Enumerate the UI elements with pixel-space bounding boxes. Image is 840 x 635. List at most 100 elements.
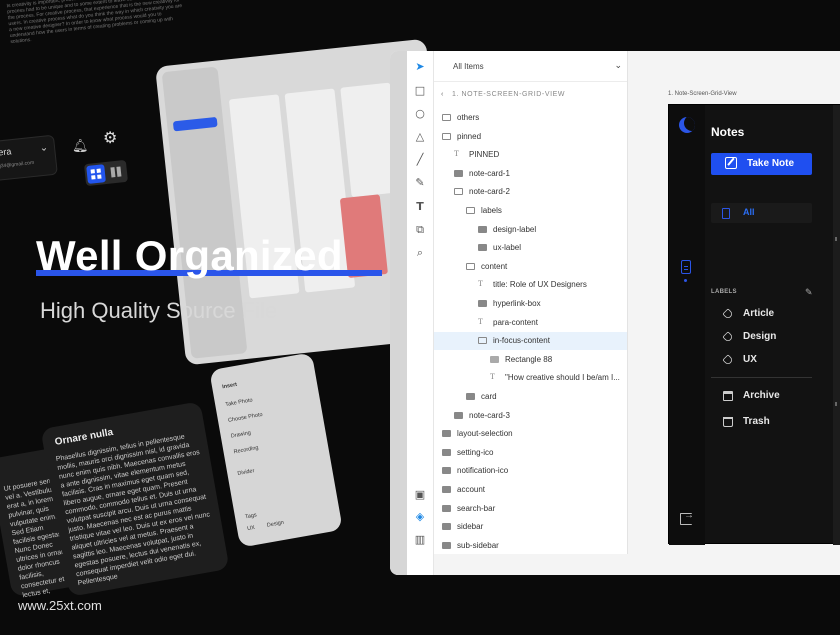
sidebar-item-all[interactable]: All <box>711 203 812 223</box>
line-icon[interactable]: ╱ <box>412 152 428 168</box>
assets-icon[interactable]: ▥ <box>412 532 428 548</box>
triangle-icon[interactable]: △ <box>412 129 428 145</box>
items-dropdown-label: All Items <box>453 62 484 71</box>
layer-label: setting-ico <box>457 447 494 457</box>
watermark: www.25xt.com <box>18 598 102 613</box>
layer-row[interactable]: note-card-3 <box>434 407 627 425</box>
take-note-label: Take Note <box>747 158 795 169</box>
layer-row[interactable]: card <box>434 388 627 406</box>
layer-label: labels <box>481 206 502 215</box>
group-icon <box>442 430 451 438</box>
image-icon[interactable]: ⧉ <box>412 222 428 238</box>
text-icon[interactable]: T <box>412 199 428 215</box>
layer-row[interactable]: Ttitle: Role of UX Designers <box>434 276 627 294</box>
layer-row[interactable]: note-card-2 <box>434 183 627 201</box>
layer-row[interactable]: T PINNED <box>434 146 627 164</box>
layer-row[interactable]: account <box>434 481 627 499</box>
group-icon <box>442 523 451 531</box>
text-layer-icon: T <box>490 372 495 382</box>
frame-icon[interactable]: □ <box>412 83 428 99</box>
component-icon[interactable]: ▣ <box>412 487 428 503</box>
logo-icon <box>679 117 695 133</box>
layer-row[interactable]: setting-ico <box>434 444 627 462</box>
layer-row[interactable]: in-focus-content <box>434 332 627 351</box>
grid-view-icon <box>86 164 106 184</box>
background-document-text: Is creativity is important, process is i… <box>6 0 183 46</box>
note-card-ornare: Ornare nulla Phasellus dignissim, tellus… <box>40 401 230 597</box>
layer-row[interactable]: pinned <box>434 128 627 146</box>
layer-row[interactable]: design-label <box>434 221 627 239</box>
bell-icon: 🔔︎ <box>72 138 89 153</box>
layer-row[interactable]: Rectangle 88 <box>434 351 627 369</box>
search-icon[interactable]: ⌕ <box>412 245 428 261</box>
layer-row[interactable]: note-card-1 <box>434 165 627 183</box>
layer-label: note-card-1 <box>469 168 510 178</box>
account-name: era <box>0 146 12 158</box>
notes-icon[interactable] <box>681 260 691 274</box>
back-arrow-icon[interactable]: ‹ <box>441 91 444 98</box>
insert-item: Drawing <box>230 430 252 440</box>
move-icon[interactable]: ➤ <box>412 59 428 75</box>
breadcrumb-label: 1. NOTE-SCREEN-GRID-VIEW <box>451 91 566 98</box>
layer-label: others <box>457 113 480 122</box>
layer-row[interactable]: Tpara-content <box>434 314 627 332</box>
group-icon <box>442 504 451 512</box>
layer-row[interactable]: notification-ico <box>434 462 627 480</box>
frame-label[interactable]: 1. Note-Screen-Grid-View <box>668 91 737 97</box>
edit-icon <box>725 157 737 169</box>
layer-label: note-card-3 <box>469 410 510 420</box>
folder-icon <box>466 207 475 214</box>
chevron-down-icon: ⌄ <box>39 142 49 155</box>
logout-icon[interactable] <box>680 510 694 525</box>
edge-mark <box>835 402 837 406</box>
tags-label: Tags <box>244 512 258 521</box>
trash-icon <box>723 417 733 427</box>
tag-icon <box>722 331 734 343</box>
take-note-button[interactable]: Take Note <box>711 153 812 175</box>
hero-title: Well Organized <box>36 232 343 279</box>
breadcrumb[interactable]: ‹ 1. NOTE-SCREEN-GRID-VIEW <box>441 91 565 98</box>
layer-label: design-label <box>493 224 537 234</box>
app-rail <box>669 105 705 545</box>
layer-row[interactable]: content <box>434 258 627 276</box>
pencil-icon[interactable]: ✎ <box>805 287 813 298</box>
sidebar-item-label: All <box>743 207 755 217</box>
layer-row[interactable]: labels <box>434 202 627 220</box>
layer-row[interactable]: T "How creative should I be/am I... <box>434 369 627 387</box>
layer-label: sub-sidebar <box>457 540 499 550</box>
layer-label: account <box>457 485 486 494</box>
group-icon <box>478 225 487 233</box>
sidebar-item-label: Design <box>743 331 777 342</box>
layer-row[interactable]: ux-label <box>434 239 627 257</box>
items-dropdown[interactable]: All Items ⌄ <box>434 57 627 77</box>
notes-app-frame: Notes Take Note All LABELS ✎ Article Des… <box>668 104 840 545</box>
list-view-icon <box>106 162 126 182</box>
sidebar-item-label: Article <box>743 308 775 319</box>
layer-row[interactable]: hyperlink-box <box>434 295 627 313</box>
notes-icon <box>722 208 730 219</box>
group-icon <box>478 244 487 252</box>
layer-row[interactable]: sidebar <box>434 518 627 536</box>
layer-label: PINNED <box>469 150 500 160</box>
layer-row[interactable]: sub-sidebar <box>434 537 627 554</box>
tablet-highlight-card <box>339 194 388 279</box>
layer-row[interactable]: others <box>434 109 627 127</box>
layout-toggle <box>83 159 129 187</box>
layer-row[interactable]: search-bar <box>434 500 627 518</box>
text-layer-icon: T <box>478 279 483 289</box>
layers-panel: All Items ⌄ ‹ 1. NOTE-SCREEN-GRID-VIEW ot… <box>434 51 628 554</box>
insert-item: Choose Photo <box>227 411 264 424</box>
pen-icon[interactable]: ✎ <box>412 175 428 191</box>
layer-label: in-focus-content <box>493 336 550 346</box>
layer-row[interactable]: layout-selection <box>434 425 627 443</box>
layer-label: Rectangle 88 <box>505 354 553 364</box>
ellipse-icon[interactable]: ○ <box>412 106 428 122</box>
group-icon <box>454 411 463 419</box>
folder-icon <box>478 337 487 345</box>
insert-item: Recording <box>233 445 259 456</box>
chevron-down-icon: ⌄ <box>614 60 622 70</box>
layers-icon[interactable]: ◈ <box>412 509 428 525</box>
text-layer-icon: T <box>478 316 483 326</box>
note-card-title: Ornare nulla <box>54 426 114 448</box>
note-card-text: Phasellus dignissim, tellus in pellentes… <box>55 433 211 588</box>
